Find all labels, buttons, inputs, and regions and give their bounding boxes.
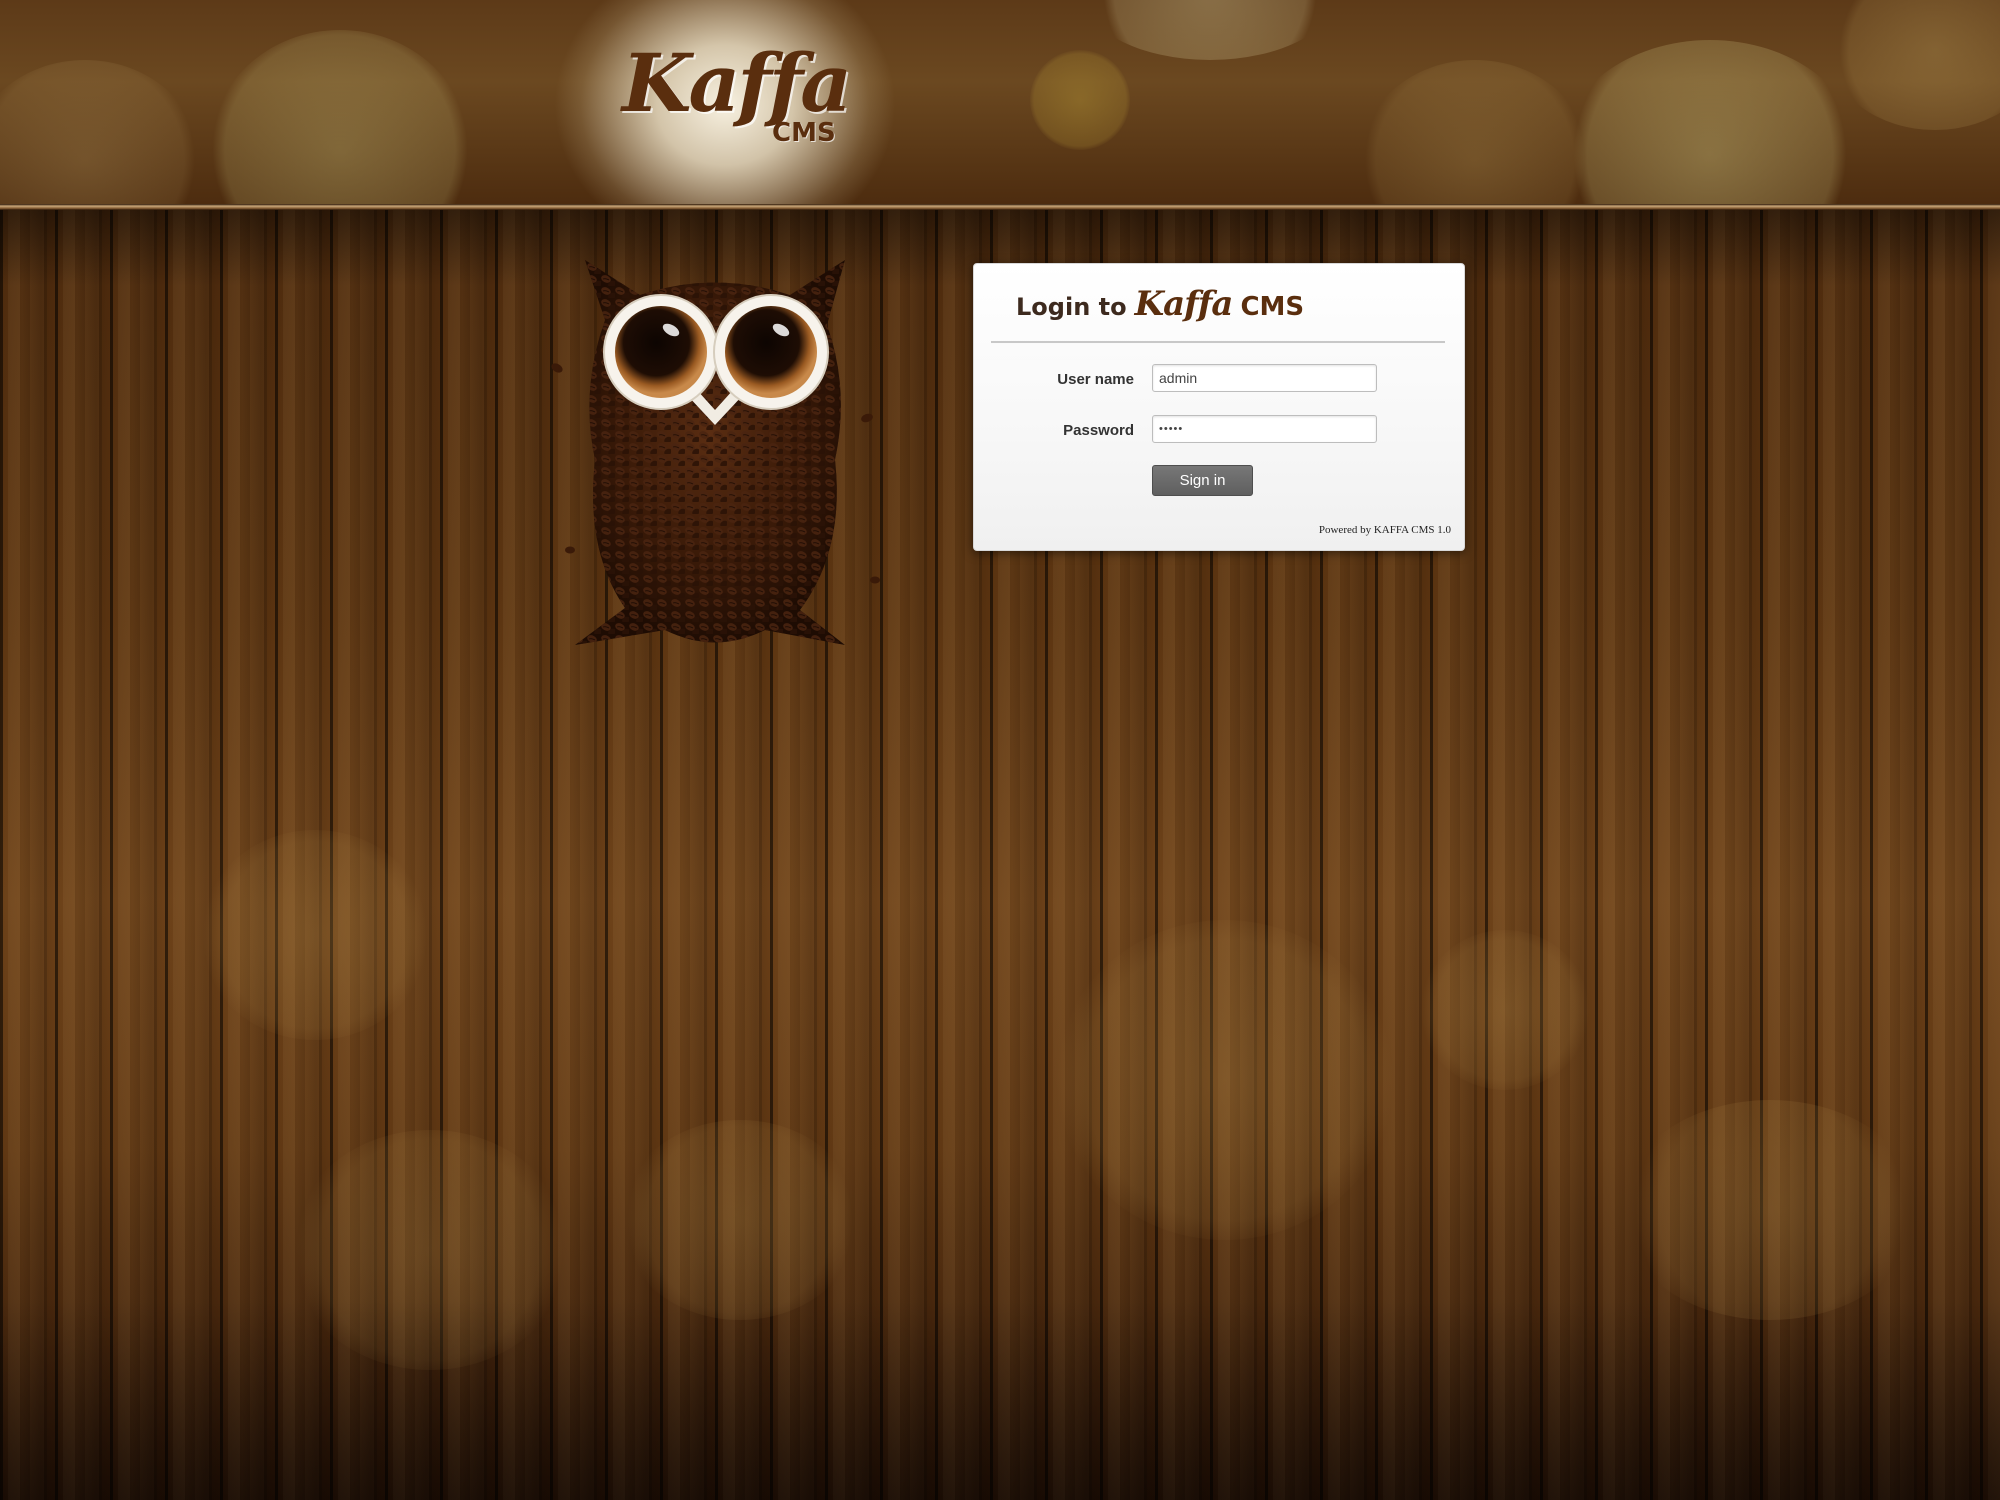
bokeh-light	[1830, 0, 2000, 130]
login-title: Login to Kaffa CMS	[1016, 284, 1304, 334]
powered-by-text: Powered by KAFFA CMS 1.0	[1318, 524, 1451, 536]
username-label: User name	[1057, 371, 1134, 388]
bokeh-light	[210, 30, 470, 204]
header-divider	[0, 204, 2000, 210]
bokeh-light	[1560, 40, 1860, 204]
bottom-vignette	[0, 1300, 2000, 1500]
login-title-brand: Kaffa	[1134, 284, 1234, 324]
bokeh-light	[1420, 930, 1590, 1090]
title-divider	[991, 341, 1445, 344]
bokeh-light	[620, 1120, 860, 1320]
bokeh-light	[0, 60, 200, 204]
login-title-prefix: Login to	[1016, 293, 1127, 321]
login-panel: Login to Kaffa CMS User name Password Si…	[973, 263, 1465, 551]
login-title-suffix: CMS	[1240, 292, 1305, 322]
logo-subtitle: CMS	[772, 118, 836, 148]
sign-in-button[interactable]: Sign in	[1152, 465, 1253, 496]
bokeh-light	[200, 830, 430, 1040]
username-field[interactable]	[1152, 364, 1377, 392]
bokeh-light	[1055, 920, 1395, 1240]
password-field[interactable]	[1152, 415, 1377, 443]
bokeh-light	[1360, 60, 1590, 204]
site-header: Kaffa CMS	[0, 0, 2000, 204]
bokeh-light	[1620, 1100, 1920, 1320]
kaffa-cms-logo[interactable]: Kaffa CMS	[622, 36, 852, 166]
logo-wordmark: Kaffa	[622, 36, 852, 130]
bokeh-light	[1030, 50, 1130, 150]
password-label: Password	[1063, 422, 1134, 439]
bokeh-light	[1080, 0, 1340, 60]
coffee-owl-icon	[551, 260, 880, 645]
